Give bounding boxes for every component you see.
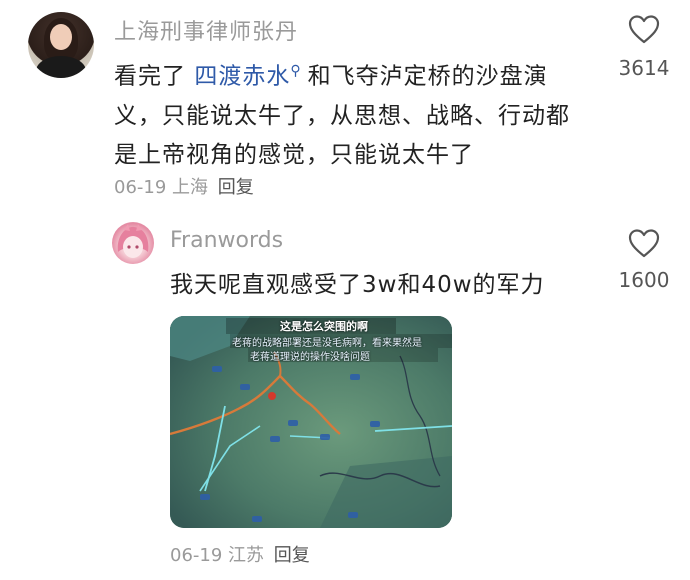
map-caption-line-3: 老蒋道理说的操作没啥问题 bbox=[250, 352, 370, 363]
commenter-avatar[interactable] bbox=[28, 12, 94, 78]
reply-text: 我天呢直观感受了3w和40w的军力 bbox=[170, 272, 545, 298]
map-caption-line-2: 老蒋的战略部署还是没毛病啊，看来果然是 bbox=[232, 338, 422, 349]
reply-author-avatar[interactable] bbox=[112, 222, 154, 264]
comment-like-count: 3614 bbox=[618, 56, 670, 80]
comment-location: 上海 bbox=[172, 177, 209, 198]
reply-like-heart-icon[interactable] bbox=[628, 228, 660, 260]
comment-text: 看完了 四渡赤水⚲ 和飞夺泸定桥的沙盘演义，只能说太牛了，从思想、战略、行动都是上… bbox=[114, 52, 584, 175]
comment-author-name[interactable]: 上海刑事律师张丹 bbox=[114, 14, 298, 46]
topic-link-four-crossings[interactable]: 四渡赤水 bbox=[194, 64, 290, 90]
reply-attached-map-image[interactable]: 这是怎么突围的啊 老蒋的战略部署还是没毛病啊，看来果然是 老蒋道理说的操作没啥问… bbox=[170, 316, 452, 528]
search-icon[interactable]: ⚲ bbox=[290, 63, 301, 79]
reply-reply-button[interactable]: 回复 bbox=[274, 545, 310, 566]
comment-date: 06-19 bbox=[114, 177, 167, 198]
reply-author-name[interactable]: Franwords bbox=[170, 228, 283, 253]
reply-like-count: 1600 bbox=[618, 268, 670, 292]
comment-text-before-link: 看完了 bbox=[114, 63, 195, 90]
map-caption-line-1: 这是怎么突围的啊 bbox=[280, 320, 368, 333]
reply-meta: 06-19 江苏 回复 bbox=[170, 541, 310, 567]
like-heart-icon[interactable] bbox=[628, 14, 660, 46]
reply-location: 江苏 bbox=[228, 545, 265, 566]
comment-reply-button[interactable]: 回复 bbox=[218, 177, 254, 198]
reply-date: 06-19 bbox=[170, 545, 223, 566]
comment-meta: 06-19 上海 回复 bbox=[114, 173, 254, 199]
